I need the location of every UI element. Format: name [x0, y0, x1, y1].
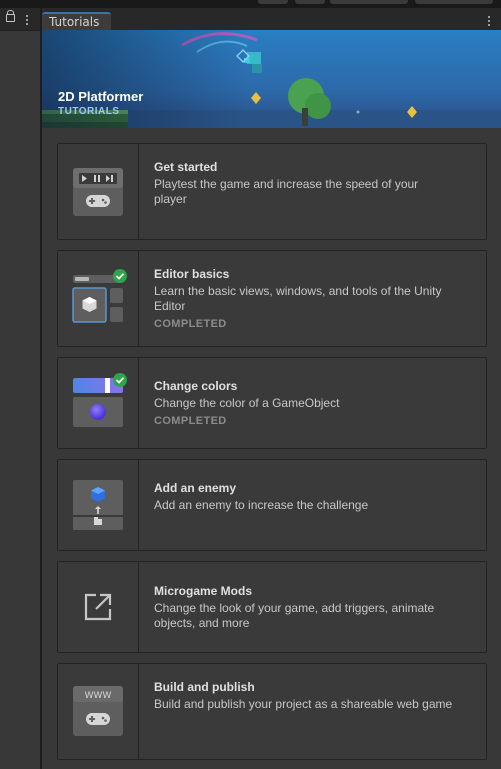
tutorial-card-add-enemy[interactable]: Add an enemy Add an enemy to increase th… [57, 459, 487, 551]
completed-check-icon [113, 373, 127, 387]
tab-bar: Tutorials [42, 8, 501, 30]
tutorial-list: Get started Playtest the game and increa… [42, 128, 501, 769]
tutorial-card-get-started[interactable]: Get started Playtest the game and increa… [57, 143, 487, 240]
top-toolbar-strip [0, 0, 501, 8]
left-panel [0, 8, 42, 769]
www-gamepad-icon: WWW [73, 686, 123, 736]
more-options-icon[interactable] [26, 15, 28, 27]
card-icon-area [58, 562, 139, 652]
completed-check-icon [113, 269, 127, 283]
www-label: WWW [85, 691, 112, 701]
layers-dropdown[interactable] [330, 0, 408, 4]
card-title: Get started [154, 160, 218, 174]
card-description: Add an enemy to increase the challenge [154, 498, 369, 512]
toolbar-button[interactable] [258, 0, 288, 4]
tutorial-banner: 2D Platformer TUTORIALS [42, 30, 501, 128]
tutorial-card-editor-basics[interactable]: Editor basics Learn the basic views, win… [57, 250, 487, 347]
toolbar-button[interactable] [295, 0, 325, 4]
tab-label: Tutorials [49, 15, 100, 29]
card-description: Learn the basic views, windows, and tool… [154, 284, 442, 313]
card-description: Change the color of a GameObject [154, 396, 340, 410]
card-title: Microgame Mods [154, 584, 253, 598]
editor-layout-icon [72, 269, 127, 323]
banner-title: 2D Platformer [58, 89, 144, 104]
card-description: Playtest the game and increase the speed… [154, 177, 419, 206]
card-icon-area: WWW [58, 664, 139, 759]
card-icon-area [58, 251, 139, 346]
card-title: Add an enemy [154, 481, 237, 495]
completed-badge: COMPLETED [154, 415, 227, 427]
banner-subtitle: TUTORIALS [58, 106, 120, 117]
tutorial-card-microgame-mods[interactable]: Microgame Mods Change the look of your g… [57, 561, 487, 653]
card-icon-area [58, 460, 139, 550]
tutorial-card-build-publish[interactable]: WWW Build and publish Build and publish … [57, 663, 487, 760]
layout-dropdown[interactable] [415, 0, 493, 4]
playmode-gamepad-icon [73, 168, 123, 216]
card-description: Build and publish your project as a shar… [154, 697, 453, 711]
card-description: Change the look of your game, add trigge… [154, 601, 435, 630]
window-menu-icon[interactable] [488, 16, 490, 28]
card-title: Build and publish [154, 680, 255, 694]
external-link-icon [84, 593, 112, 621]
left-panel-header [0, 8, 40, 31]
card-title: Change colors [154, 379, 238, 393]
card-icon-area [58, 358, 139, 448]
add-enemy-icon [73, 480, 123, 530]
card-title: Editor basics [154, 267, 230, 281]
color-slider-icon [73, 373, 127, 427]
completed-badge: COMPLETED [154, 318, 227, 330]
tutorial-card-change-colors[interactable]: Change colors Change the color of a Game… [57, 357, 487, 449]
tab-tutorials[interactable]: Tutorials [42, 12, 111, 30]
lock-icon[interactable] [6, 10, 15, 22]
card-icon-area [58, 144, 139, 239]
tutorials-window: Tutorials 2D Platformer TUTORIALS Get st… [42, 8, 501, 769]
